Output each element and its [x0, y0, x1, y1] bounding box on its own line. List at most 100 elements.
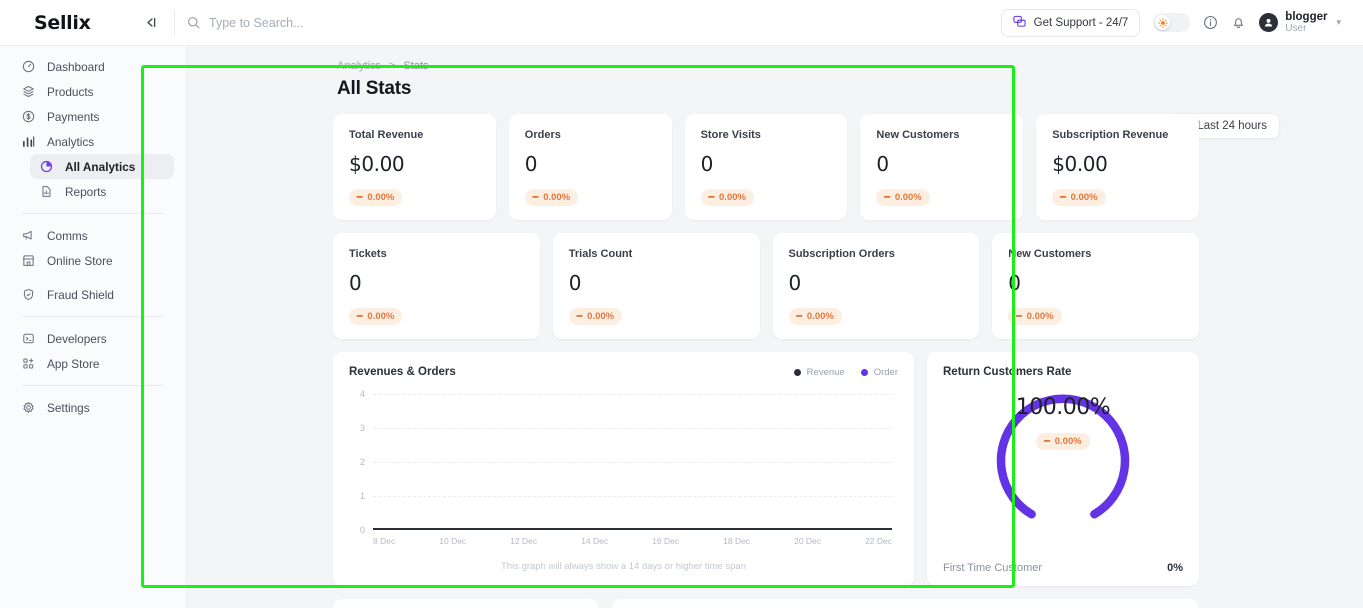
x-tick-label: 22 Dec [865, 536, 892, 546]
stat-delta-value: 0.00% [719, 192, 746, 203]
collapse-sidebar-icon[interactable] [132, 16, 166, 29]
sidebar-item-label: Developers [47, 331, 107, 346]
stats-board: Total Revenue $0.00 ━ 0.00% Orders 0 ━ 0… [333, 114, 1199, 608]
search-input[interactable] [209, 15, 509, 30]
search-icon [187, 16, 200, 29]
clock-pie-icon [39, 160, 54, 173]
sidebar-divider [22, 213, 164, 214]
sidebar-item-fraud-shield[interactable]: Fraud Shield [12, 282, 174, 307]
breadcrumb: Analytics > Stats [187, 46, 1363, 72]
sidebar-item-reports[interactable]: Reports [30, 179, 174, 204]
stat-value: 0 [349, 271, 362, 295]
stat-card-new-customers-secondary[interactable]: New Customers 0 ━ 0.00% [992, 233, 1199, 339]
bell-icon[interactable] [1231, 15, 1246, 30]
gauge-value: 100.00% [1015, 394, 1111, 420]
partial-card-right[interactable] [612, 599, 1199, 608]
gauge-delta-value: 0.00% [1054, 435, 1082, 447]
stat-delta-badge: ━ 0.00% [349, 308, 403, 325]
dash-icon: ━ [1044, 435, 1050, 446]
gridline [373, 394, 892, 395]
chart-footnote: This graph will always show a 14 days or… [500, 561, 746, 572]
chat-bubbles-icon [1013, 15, 1026, 31]
sidebar-item-label: Reports [65, 184, 107, 199]
stat-card-orders[interactable]: Orders 0 ━ 0.00% [508, 114, 672, 220]
megaphone-icon [21, 229, 36, 242]
search-bar[interactable] [187, 15, 1001, 30]
stats-row-secondary: Tickets 0 ━ 0.00% Trials Count 0 ━ 0.00% [333, 233, 1199, 339]
stat-delta-badge: ━ 0.00% [568, 308, 623, 325]
partial-card-left[interactable] [333, 599, 599, 608]
legend-dot-order [860, 368, 868, 376]
sidebar-item-dashboard[interactable]: Dashboard [12, 54, 174, 79]
stat-card-new-customers[interactable]: New Customers 0 ━ 0.00% [860, 114, 1024, 220]
stat-value: 0 [1008, 271, 1021, 295]
dash-icon: ━ [884, 192, 890, 202]
stat-delta-value: 0.00% [806, 311, 834, 322]
user-role: User [1285, 22, 1307, 34]
apps-plus-icon [21, 357, 36, 370]
document-chart-icon [39, 185, 54, 198]
info-circle-icon[interactable] [1203, 15, 1218, 30]
sidebar-item-settings[interactable]: Settings [12, 395, 174, 420]
gauge-center: 100.00% ━ 0.00% [927, 352, 1199, 492]
terminal-icon [21, 332, 36, 345]
stat-card-tickets[interactable]: Tickets 0 ━ 0.00% [333, 233, 540, 339]
theme-toggle[interactable] [1153, 13, 1191, 32]
legend-item-order[interactable]: Order [860, 367, 898, 378]
sidebar-divider [22, 316, 164, 317]
get-support-label: Get Support - 24/7 [1033, 16, 1129, 29]
shield-check-icon [21, 288, 36, 301]
app-root: Sellix Type to Search... Get Support - 2… [0, 0, 1363, 608]
sidebar-item-products[interactable]: Products [12, 79, 174, 104]
stat-delta-value: 0.00% [367, 192, 395, 203]
main-content: Analytics > Stats All Stats Last 24 hour… [187, 46, 1363, 608]
sidebar-item-label: Dashboard [47, 59, 105, 74]
stat-card-trials-count[interactable]: Trials Count 0 ━ 0.00% [552, 233, 760, 339]
sidebar-item-analytics[interactable]: Analytics [12, 129, 174, 154]
stat-value: $0.00 [1052, 152, 1108, 176]
brand-logo[interactable]: Sellix [0, 12, 118, 34]
sidebar-item-label: Products [47, 84, 94, 99]
legend-item-revenue[interactable]: Revenue [793, 367, 845, 378]
stat-value: 0 [788, 271, 802, 295]
stat-card-store-visits[interactable]: Store Visits 0 ━ 0.00% [684, 114, 848, 220]
gridline [373, 462, 892, 463]
stat-label: Subscription Revenue [1052, 129, 1169, 141]
stat-delta-value: 0.00% [1026, 311, 1054, 322]
dash-icon: ━ [576, 311, 583, 321]
top-divider [174, 9, 175, 36]
sidebar-item-app-store[interactable]: App Store [12, 351, 174, 376]
get-support-button[interactable]: Get Support - 24/7 [1000, 8, 1141, 37]
dash-icon: ━ [357, 192, 363, 202]
gauge-footer: First Time Customer 0% [943, 562, 1183, 574]
user-info: blogger User [1285, 11, 1327, 35]
return-customers-rate-card: Return Customers Rate 100.00% ━ 0.00% Fi… [927, 352, 1199, 586]
user-menu[interactable]: blogger User ▾ [1259, 11, 1341, 35]
stat-card-subscription-revenue[interactable]: Subscription Revenue $0.00 ━ 0.00% [1036, 114, 1199, 220]
top-bar: Sellix Type to Search... Get Support - 2… [0, 0, 1363, 46]
legend-dot-revenue [793, 368, 801, 376]
gauge-icon [21, 60, 36, 73]
sidebar-item-online-store[interactable]: Online Store [12, 248, 174, 273]
sidebar-item-comms[interactable]: Comms [12, 223, 174, 248]
stat-label: Store Visits [700, 129, 761, 141]
sidebar-item-payments[interactable]: Payments [12, 104, 174, 129]
dash-icon: ━ [532, 192, 539, 202]
stat-card-subscription-orders[interactable]: Subscription Orders 0 ━ 0.00% [772, 233, 980, 339]
stat-card-total-revenue[interactable]: Total Revenue $0.00 ━ 0.00% [333, 114, 496, 220]
breadcrumb-parent[interactable]: Analytics [337, 60, 381, 72]
charts-row: Revenues & Orders Revenue Order 4 3 2 1 … [333, 352, 1199, 586]
revenues-orders-chart-card: Revenues & Orders Revenue Order 4 3 2 1 … [333, 352, 914, 586]
date-range-label: Last 24 hours [1197, 120, 1267, 132]
x-tick-label: 10 Dec [439, 536, 467, 546]
dash-icon: ━ [708, 192, 715, 202]
stat-delta-value: 0.00% [587, 311, 615, 322]
sidebar-item-label: App Store [47, 356, 100, 371]
chart-title: Revenues & Orders [349, 366, 456, 378]
stat-delta-value: 0.00% [1070, 192, 1098, 203]
sidebar-item-developers[interactable]: Developers [12, 326, 174, 351]
sidebar-item-all-analytics[interactable]: All Analytics [30, 154, 174, 179]
sidebar-item-label: Analytics [47, 134, 95, 149]
sidebar-item-label: Fraud Shield [47, 287, 114, 302]
